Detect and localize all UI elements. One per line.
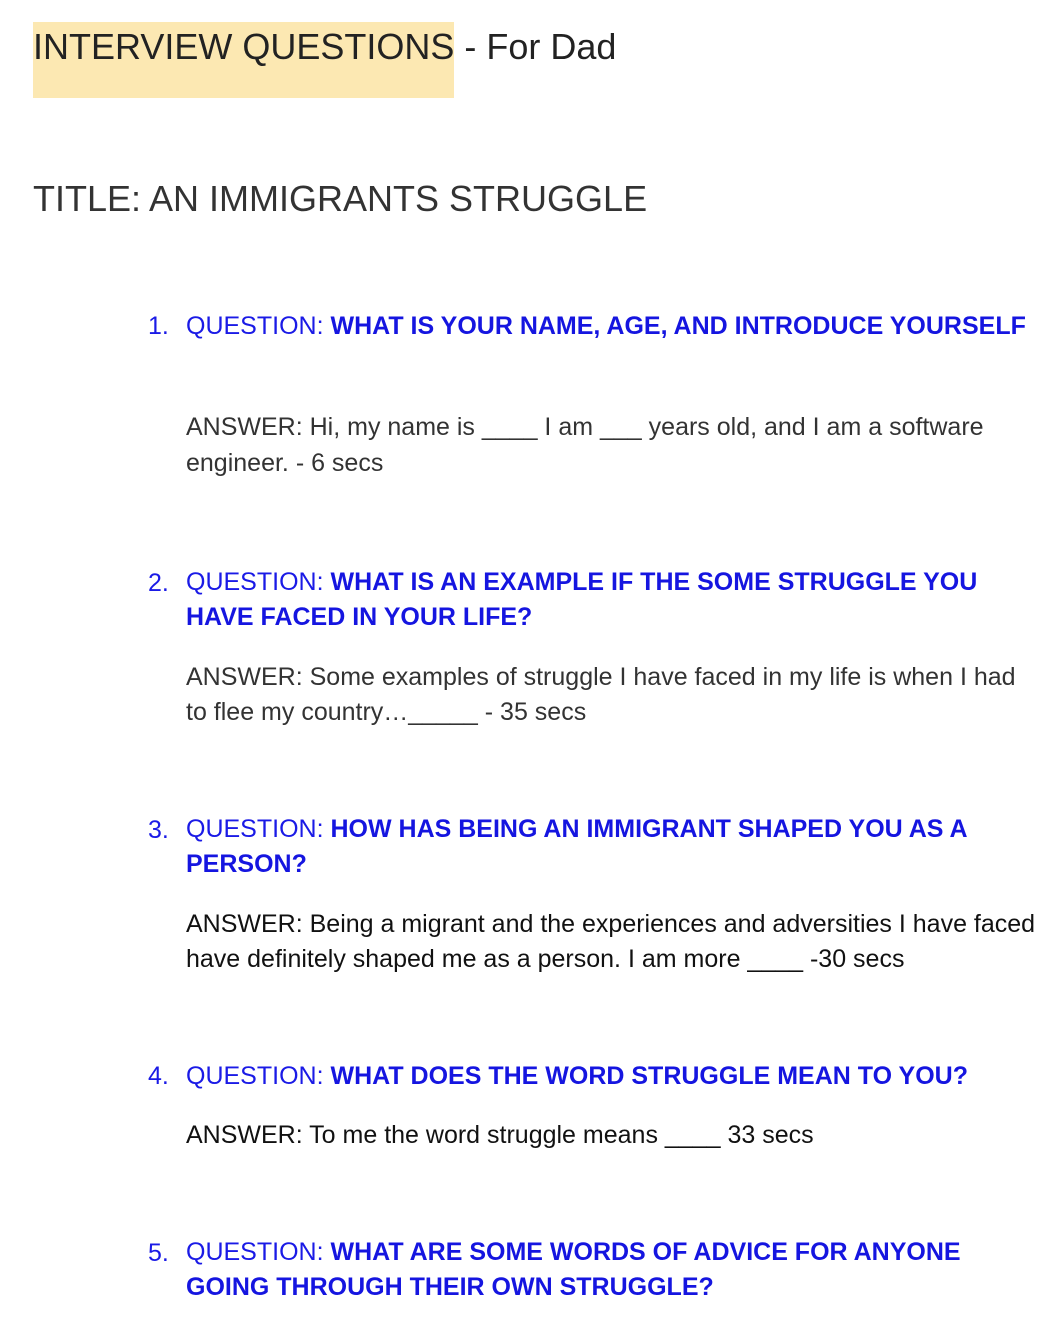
question-text: QUESTION: WHAT ARE SOME WORDS OF ADVICE … (186, 1235, 1028, 1305)
answer-text: ANSWER: Some examples of struggle I have… (186, 663, 1016, 726)
question-number: 2. (148, 569, 169, 597)
document-header: INTERVIEW QUESTIONS - For Dad (33, 22, 616, 98)
header-highlighted-text: INTERVIEW QUESTIONS (33, 22, 455, 98)
question-number: 5. (148, 1239, 169, 1267)
question-number: 3. (148, 816, 169, 844)
question-lead: QUESTION: (186, 1238, 331, 1266)
question-text: QUESTION: WHAT IS YOUR NAME, AGE, AND IN… (186, 308, 1028, 344)
question-lead: QUESTION: (186, 1062, 331, 1090)
question-lead: QUESTION: (186, 815, 331, 843)
answer-text: ANSWER: Hi, my name is ____ I am ___ yea… (186, 413, 984, 477)
question-text: QUESTION: HOW HAS BEING AN IMMIGRANT SHA… (186, 812, 1028, 882)
header-subtitle: - For Dad (454, 26, 617, 67)
question-body: WHAT IS YOUR NAME, AGE, AND INTRODUCE YO… (330, 312, 1026, 340)
question-text: QUESTION: WHAT DOES THE WORD STRUGGLE ME… (186, 1058, 1028, 1094)
document-title: TITLE: AN IMMIGRANTS STRUGGLE (33, 178, 648, 219)
question-number: 4. (148, 1062, 169, 1090)
answer-text: ANSWER: To me the word struggle means __… (186, 1121, 814, 1149)
question-body: WHAT DOES THE WORD STRUGGLE MEAN TO YOU? (330, 1062, 968, 1090)
question-lead: QUESTION: (186, 312, 331, 340)
question-number: 1. (148, 312, 169, 340)
question-lead: QUESTION: (186, 568, 331, 596)
question-text: QUESTION: WHAT IS AN EXAMPLE IF THE SOME… (186, 565, 1028, 635)
answer-text: ANSWER: Being a migrant and the experien… (186, 910, 1036, 973)
